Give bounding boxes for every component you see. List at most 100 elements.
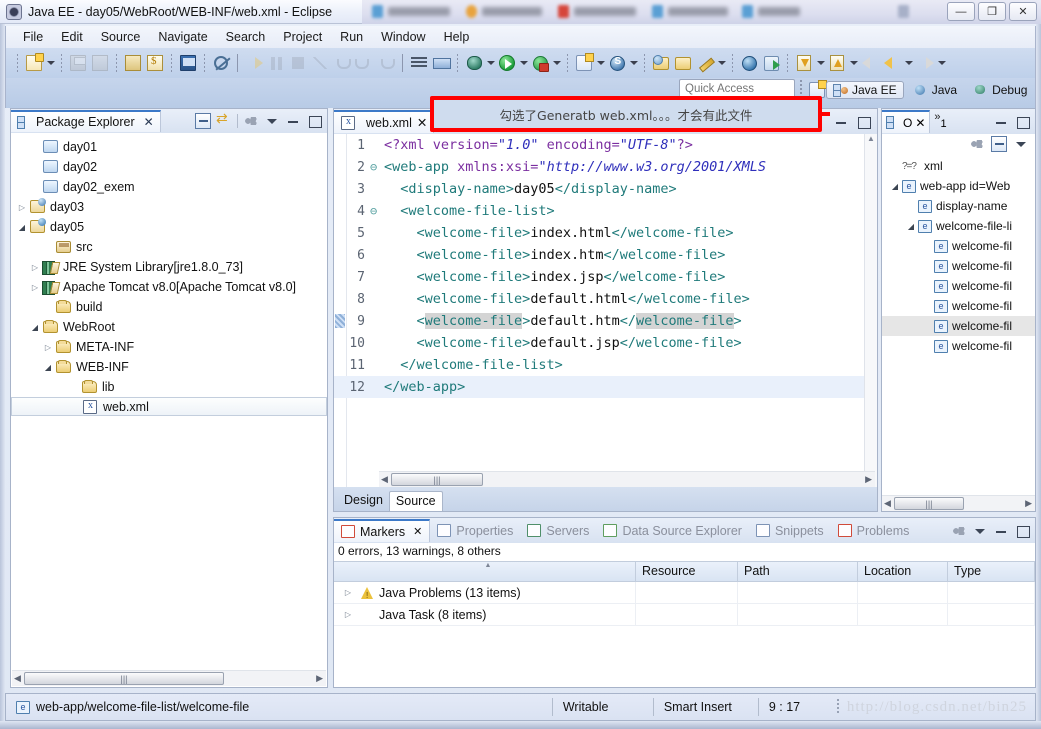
tree-item-build[interactable]: build bbox=[11, 297, 327, 317]
scrollbar-thumb[interactable]: ||| bbox=[391, 473, 483, 486]
table-row[interactable]: ▷ Java Task (8 items) bbox=[334, 603, 1035, 626]
editor-hscrollbar[interactable]: ◀ ||| ▶ bbox=[379, 471, 875, 487]
back-icon[interactable] bbox=[860, 53, 880, 73]
tab-snippets[interactable]: Snippets bbox=[749, 519, 831, 542]
outline-item[interactable]: e web-app id=Web bbox=[882, 176, 1035, 196]
outline-item[interactable]: e welcome-fil bbox=[882, 336, 1035, 356]
next-icon[interactable] bbox=[915, 53, 935, 73]
code-line[interactable]: 6 <welcome-file>index.htm</welcome-file> bbox=[334, 244, 877, 266]
menu-item-navigate[interactable]: Navigate bbox=[149, 28, 216, 46]
expand-arrow-icon[interactable] bbox=[28, 263, 42, 272]
tree-item-day01[interactable]: day01 bbox=[11, 137, 327, 157]
expand-arrow-icon[interactable] bbox=[15, 203, 29, 212]
tree-item-day05[interactable]: day05 bbox=[11, 217, 327, 237]
run-dropdown-icon[interactable] bbox=[518, 53, 529, 73]
tab-package-explorer[interactable]: Package Explorer ✕ bbox=[11, 110, 161, 132]
tree-item-lib[interactable]: lib bbox=[11, 377, 327, 397]
open-task-icon[interactable] bbox=[673, 53, 693, 73]
menu-item-window[interactable]: Window bbox=[372, 28, 434, 46]
maximize-icon[interactable] bbox=[855, 114, 871, 130]
expand-arrow-icon[interactable] bbox=[904, 222, 918, 231]
scrollbar-thumb[interactable]: ||| bbox=[24, 672, 224, 685]
close-button[interactable]: ✕ bbox=[1009, 2, 1037, 21]
edit-icon[interactable] bbox=[695, 53, 715, 73]
view-menu-dots-icon[interactable] bbox=[951, 523, 967, 539]
outline-hscrollbar[interactable]: ◀ ||| ▶ bbox=[882, 495, 1035, 511]
tree-item-web-inf[interactable]: WEB-INF bbox=[11, 357, 327, 377]
menu-item-project[interactable]: Project bbox=[274, 28, 331, 46]
tree-item-meta-inf[interactable]: META-INF bbox=[11, 337, 327, 357]
step-into-icon[interactable] bbox=[332, 53, 352, 73]
code-line[interactable]: 8 <welcome-file>default.html</welcome-fi… bbox=[334, 288, 877, 310]
code-line[interactable]: 10 <welcome-file>default.jsp</welcome-fi… bbox=[334, 332, 877, 354]
outline-item[interactable]: e welcome-fil bbox=[882, 296, 1035, 316]
close-icon[interactable]: ✕ bbox=[915, 116, 925, 130]
tree-item-web-xml[interactable]: web.xml bbox=[11, 397, 327, 416]
resume-icon[interactable] bbox=[244, 53, 264, 73]
forward-gold-icon[interactable] bbox=[882, 53, 902, 73]
suspend-icon[interactable] bbox=[266, 53, 286, 73]
maximize-icon[interactable] bbox=[1014, 114, 1030, 130]
run-on-server-icon[interactable] bbox=[530, 53, 550, 73]
source-code-area[interactable]: 1 <?xml version="1.0" encoding="UTF-8"?> 2… bbox=[334, 134, 877, 489]
edit-dropdown-icon[interactable] bbox=[716, 53, 727, 73]
tab-data-source-explorer[interactable]: Data Source Explorer bbox=[596, 519, 749, 542]
tab-overflow-icon[interactable]: » bbox=[934, 111, 940, 123]
expand-arrow-icon[interactable] bbox=[28, 283, 42, 292]
open-web-browser-icon[interactable] bbox=[739, 53, 759, 73]
next-dropdown-icon[interactable] bbox=[936, 53, 947, 73]
code-line[interactable]: 5 <welcome-file>index.html</welcome-file… bbox=[334, 222, 877, 244]
forward-dropdown-icon[interactable] bbox=[903, 53, 914, 73]
expand-arrow-icon[interactable] bbox=[28, 323, 42, 332]
open-console-icon[interactable] bbox=[178, 53, 198, 73]
new-wizard-icon[interactable] bbox=[24, 53, 44, 73]
code-line[interactable]: 9 <welcome-file>default.htm</welcome-fil… bbox=[334, 310, 877, 332]
scroll-right-icon[interactable]: ▶ bbox=[1025, 498, 1032, 509]
outline-item[interactable]: e display-name bbox=[882, 196, 1035, 216]
minimize-icon[interactable] bbox=[285, 113, 301, 129]
drop-to-frame-icon[interactable] bbox=[431, 53, 451, 73]
expand-arrow-icon[interactable]: ▷ bbox=[340, 588, 356, 597]
tab-design[interactable]: Design bbox=[338, 491, 389, 511]
sort-icon[interactable] bbox=[969, 136, 985, 152]
menu-item-edit[interactable]: Edit bbox=[52, 28, 92, 46]
new-servlet-dropdown-icon[interactable] bbox=[628, 53, 639, 73]
tab-properties[interactable]: Properties bbox=[430, 519, 520, 542]
tab-markers[interactable]: Markers ✕ bbox=[334, 519, 431, 542]
column-location[interactable]: Location bbox=[858, 562, 948, 581]
debug-icon[interactable] bbox=[464, 53, 484, 73]
perspective-java[interactable]: Java bbox=[906, 81, 964, 99]
minimize-icon[interactable] bbox=[993, 114, 1009, 130]
table-row[interactable]: ▷! Java Problems (13 items) bbox=[334, 581, 1035, 604]
menu-item-run[interactable]: Run bbox=[331, 28, 372, 46]
menu-item-help[interactable]: Help bbox=[435, 28, 479, 46]
toggle-mark-occurrences-icon[interactable] bbox=[211, 53, 231, 73]
editor-vscrollbar[interactable] bbox=[864, 134, 877, 489]
run-on-server-dropdown-icon[interactable] bbox=[551, 53, 562, 73]
view-menu-icon[interactable] bbox=[264, 113, 280, 129]
new-java-project-icon[interactable] bbox=[574, 53, 594, 73]
expand-arrow-icon[interactable] bbox=[41, 363, 55, 372]
dollar-icon[interactable] bbox=[145, 53, 165, 73]
scroll-left-icon[interactable]: ◀ bbox=[381, 474, 388, 485]
status-resize-grip[interactable] bbox=[836, 699, 839, 715]
tree-item-src[interactable]: src bbox=[11, 237, 327, 257]
minimize-icon[interactable] bbox=[993, 523, 1009, 539]
tab-outline[interactable]: O ✕ bbox=[882, 110, 931, 133]
collapse-all-icon[interactable] bbox=[991, 136, 1007, 152]
code-line[interactable]: 2 <web-app xmlns:xsi="http://www.w3.org/2… bbox=[334, 156, 877, 178]
scroll-left-icon[interactable]: ◀ bbox=[884, 498, 891, 509]
tree-item-day02[interactable]: day02 bbox=[11, 157, 327, 177]
new-wizard-dropdown-icon[interactable] bbox=[45, 53, 56, 73]
maximize-icon[interactable] bbox=[306, 113, 322, 129]
maximize-icon[interactable] bbox=[1014, 523, 1030, 539]
package-explorer-hscrollbar[interactable]: ◀ ||| ▶ bbox=[12, 670, 326, 686]
column-description[interactable]: ▲ bbox=[334, 562, 636, 581]
outline-item[interactable]: e welcome-fil bbox=[882, 236, 1035, 256]
code-line[interactable]: 12 </web-app> bbox=[334, 376, 877, 398]
tree-item-day03[interactable]: day03 bbox=[11, 197, 327, 217]
new-java-project-dropdown-icon[interactable] bbox=[595, 53, 606, 73]
tree-item-jre-system-library[interactable]: JRE System Library [jre1.8.0_73] bbox=[11, 257, 327, 277]
external-tools-icon[interactable] bbox=[761, 53, 781, 73]
code-line[interactable]: 11 </welcome-file-list> bbox=[334, 354, 877, 376]
